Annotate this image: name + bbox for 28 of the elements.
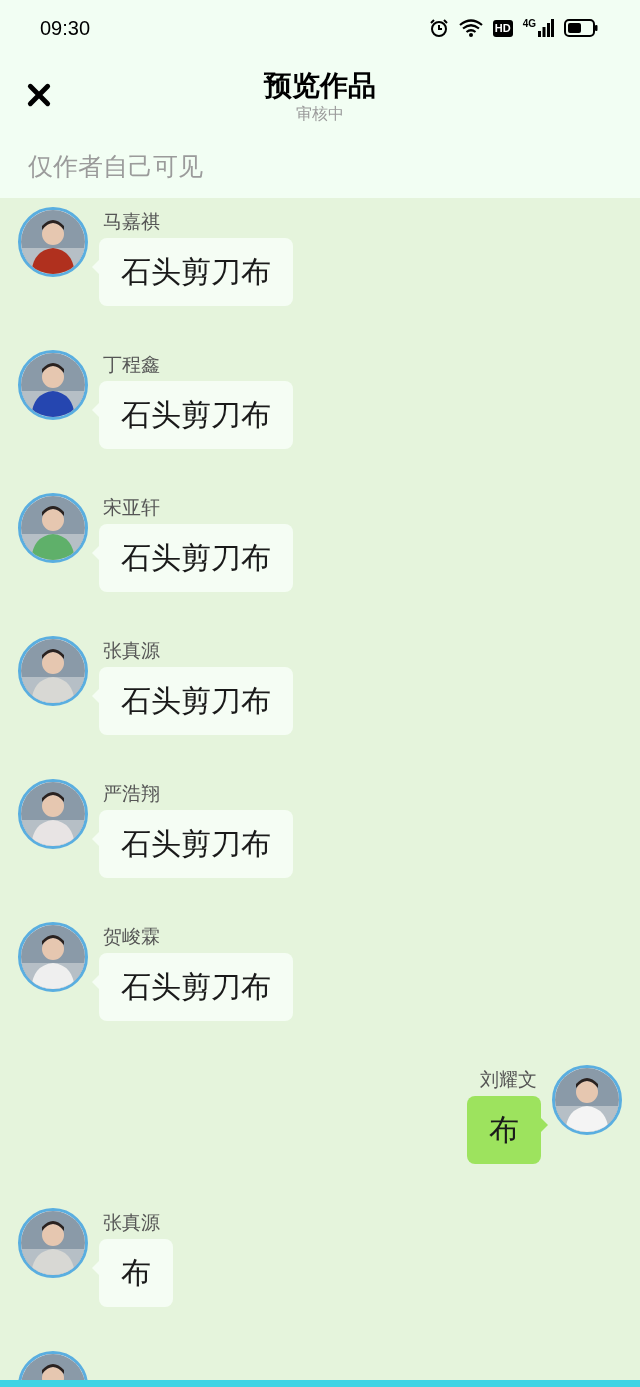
sender-name: 刘耀文 — [479, 1068, 538, 1092]
message-bubble: 布 — [467, 1096, 541, 1164]
message-bubble: 石头剪刀布 — [99, 524, 293, 592]
message-bubble: 石头剪刀布 — [99, 238, 293, 306]
sender-name: 张真源 — [102, 1211, 161, 1235]
network-label: 4G — [522, 19, 536, 29]
visibility-notice: 仅作者自己可见 — [28, 151, 203, 183]
close-icon — [26, 82, 52, 108]
message-bubble: 布 — [99, 1239, 173, 1307]
sender-name: 丁程鑫 — [102, 353, 161, 377]
message-bubble: 石头剪刀布 — [99, 810, 293, 878]
message-bubble: 石头剪刀布 — [99, 667, 293, 735]
message-bubble: 石头剪刀布 — [99, 953, 293, 1021]
sender-name: 宋亚轩 — [102, 496, 161, 520]
hd-badge: HD — [492, 19, 513, 37]
close-button[interactable] — [26, 82, 52, 108]
signal-icon — [538, 19, 554, 37]
message-bubble: 石头剪刀布 — [99, 381, 293, 449]
alarm-icon — [428, 18, 449, 38]
review-status: 审核中 — [296, 104, 344, 124]
status-time: 09:30 — [40, 16, 91, 41]
sender-name: 严浩翔 — [102, 782, 161, 806]
sender-name: 马嘉祺 — [102, 210, 161, 234]
page-title: 预览作品 — [264, 69, 376, 103]
battery-icon — [564, 19, 598, 37]
wifi-icon — [458, 19, 483, 37]
sender-name: 张真源 — [102, 639, 161, 663]
sender-name: 贺峻霖 — [102, 925, 161, 949]
